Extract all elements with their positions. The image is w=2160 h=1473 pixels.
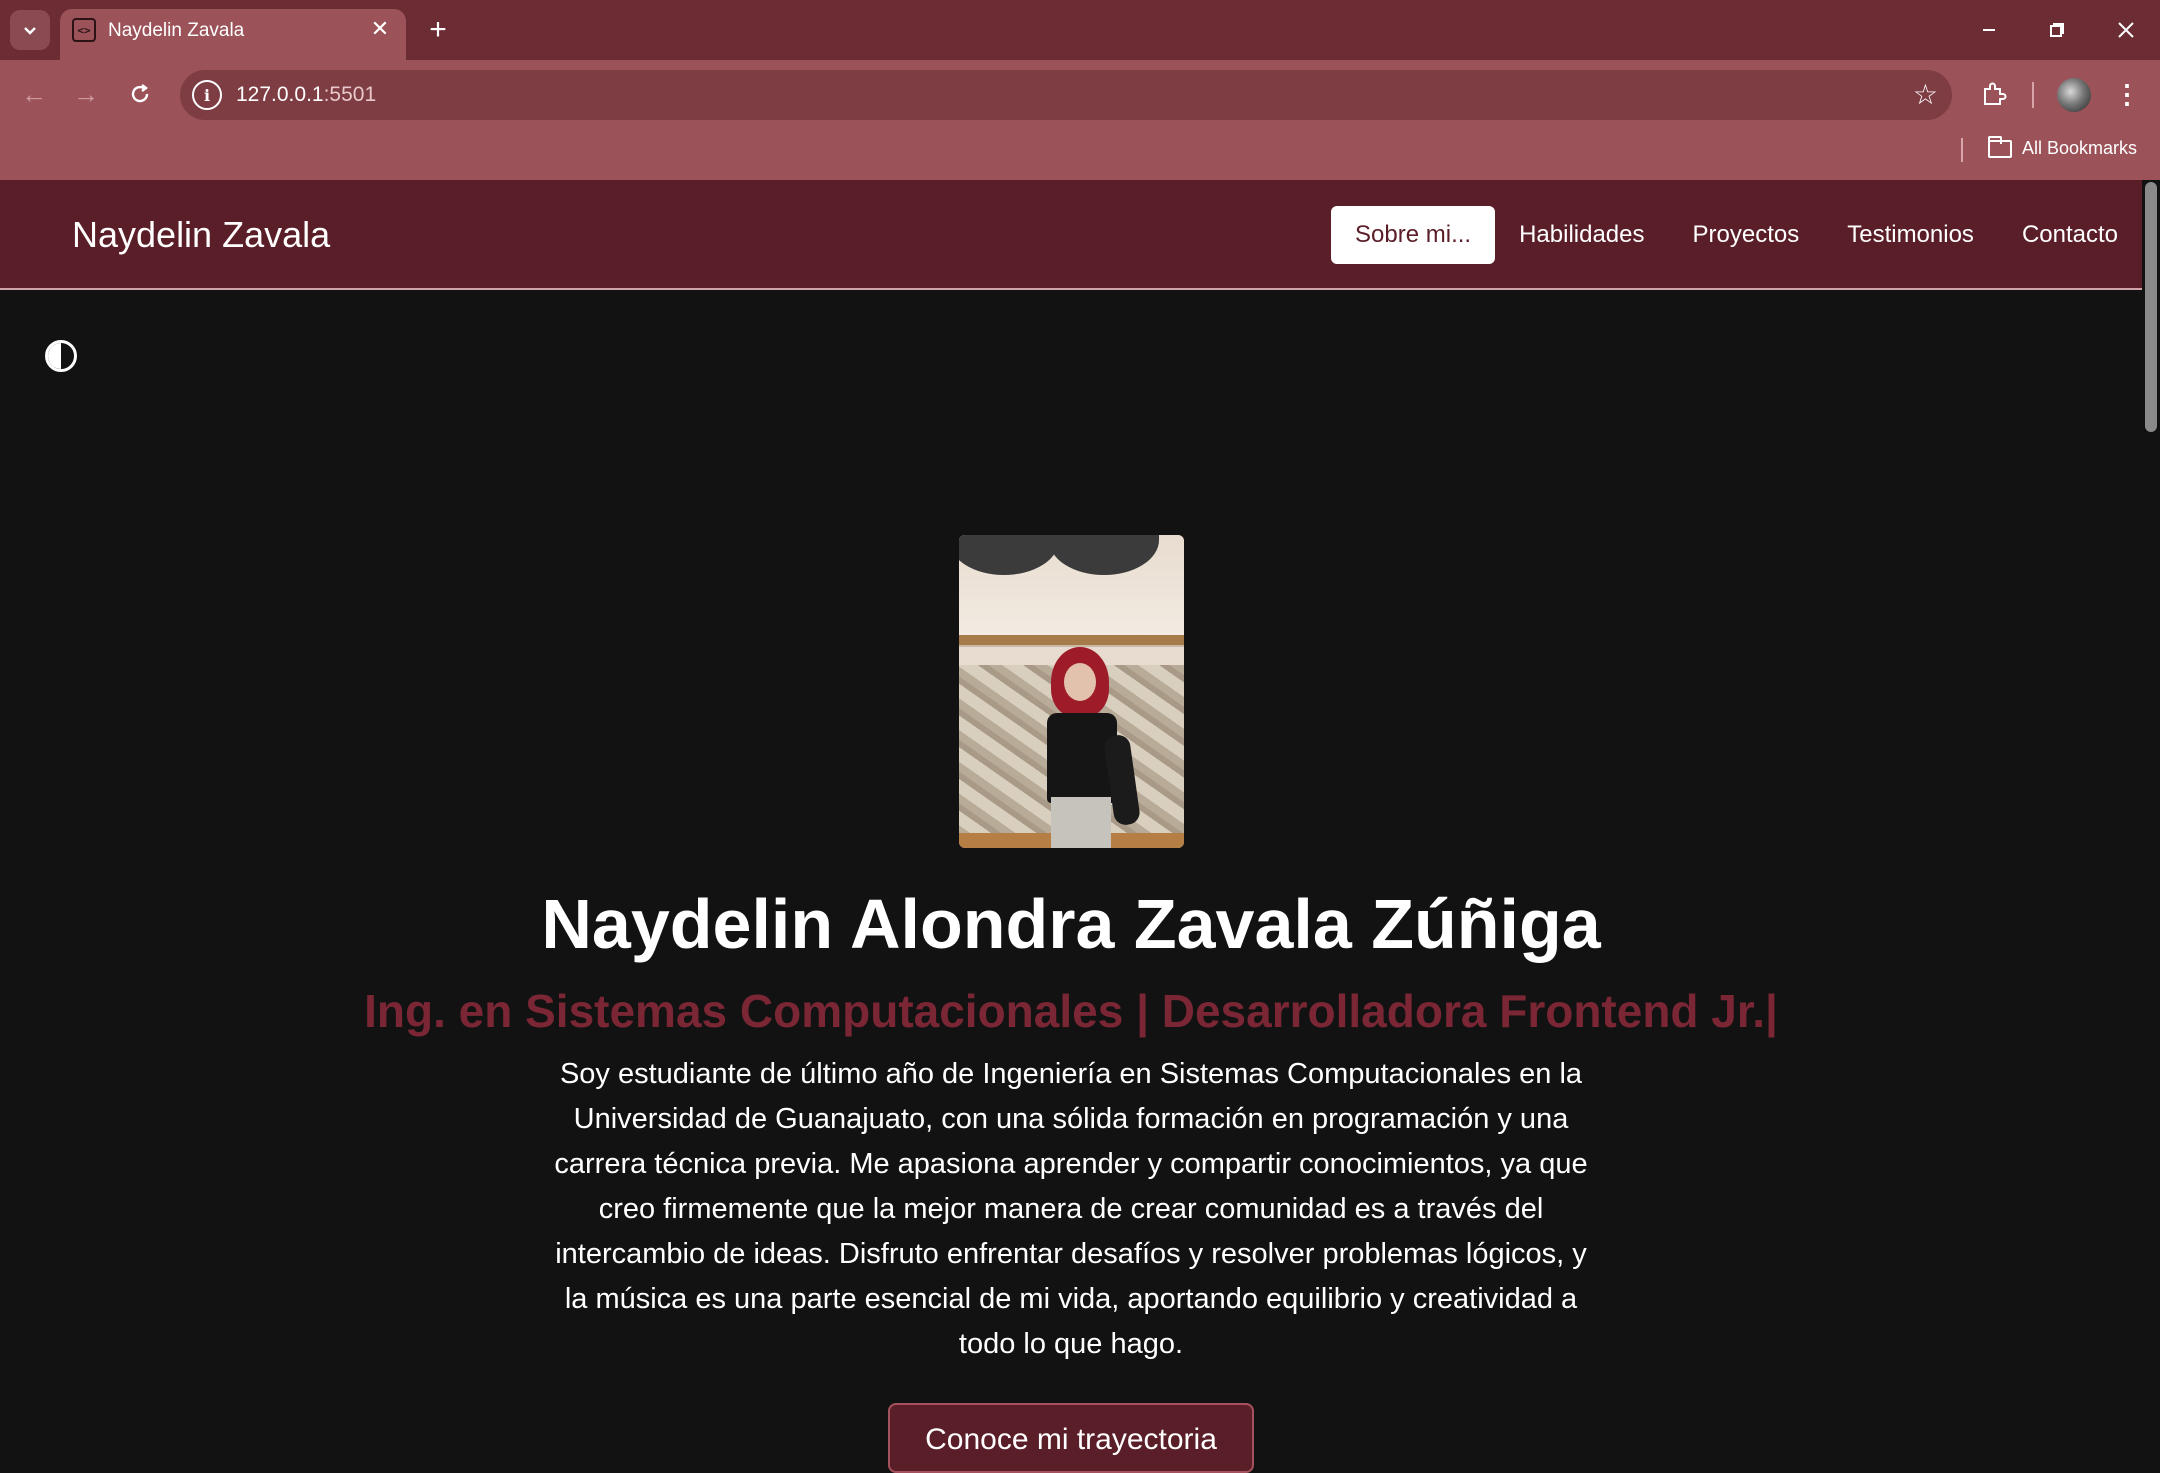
back-arrow-icon[interactable]: ← [14, 74, 54, 114]
url-text: 127.0.0.1:5501 [236, 83, 377, 106]
profile-avatar[interactable] [2057, 78, 2091, 112]
code-favicon-icon: <> [72, 18, 96, 42]
hero-bio: Soy estudiante de último año de Ingenier… [554, 1058, 1588, 1360]
site-info-icon[interactable]: i [192, 80, 222, 110]
theme-toggle-icon[interactable] [45, 340, 77, 372]
chevron-down-icon [24, 27, 36, 35]
minimize-icon[interactable] [1955, 0, 2023, 60]
new-tab-plus-icon[interactable]: + [420, 12, 456, 48]
reload-icon[interactable] [120, 74, 160, 114]
profile-photo [959, 535, 1184, 848]
page-scrollbar[interactable] [2142, 180, 2160, 1440]
scrollbar-thumb[interactable] [2145, 182, 2157, 432]
address-bar[interactable]: i 127.0.0.1:5501 ☆ [180, 70, 1952, 120]
close-window-icon[interactable] [2092, 0, 2160, 60]
restore-icon[interactable] [2023, 0, 2091, 60]
kebab-menu-icon[interactable]: ⋮ [2110, 76, 2144, 112]
nav-link-testimonios[interactable]: Testimonios [1823, 206, 1998, 264]
all-bookmarks-button[interactable]: All Bookmarks [1988, 135, 2138, 159]
tab-search-button[interactable] [10, 10, 50, 50]
extensions-icon[interactable] [1976, 76, 2012, 112]
nav-link-habilidades[interactable]: Habilidades [1495, 206, 1668, 264]
hero-role: Ing. en Sistemas Computacionales | Desar… [364, 985, 1778, 1037]
toolbar-divider [2032, 82, 2034, 108]
bookmarks-divider [1961, 138, 1963, 162]
trajectory-button[interactable]: Conoce mi trayectoria [888, 1403, 1254, 1473]
site-brand[interactable]: Naydelin Zavala [72, 214, 330, 256]
nav-link-proyectos[interactable]: Proyectos [1669, 206, 1824, 264]
nav-link-contacto[interactable]: Contacto [1998, 206, 2142, 264]
tab-title: Naydelin Zavala [108, 20, 245, 41]
site-navbar: Naydelin Zavala Sobre mi... Habilidades … [0, 180, 2142, 290]
all-bookmarks-label: All Bookmarks [2022, 138, 2138, 158]
nav-links: Sobre mi... Habilidades Proyectos Testim… [1331, 206, 2142, 264]
browser-toolbar: ← → i 127.0.0.1:5501 ☆ ⋮ All Bookmarks [0, 60, 2160, 180]
nav-link-sobre-mi[interactable]: Sobre mi... [1331, 206, 1496, 264]
folder-icon [1988, 135, 2012, 158]
hero-name: Naydelin Alondra Zavala Zúñiga [541, 885, 1601, 963]
star-icon[interactable]: ☆ [1913, 78, 1938, 111]
browser-tabstrip: <> Naydelin Zavala ✕ + [0, 0, 2160, 60]
browser-tab[interactable]: <> Naydelin Zavala ✕ [60, 9, 406, 60]
forward-arrow-icon[interactable]: → [66, 74, 106, 114]
close-tab-icon[interactable]: ✕ [366, 15, 394, 43]
